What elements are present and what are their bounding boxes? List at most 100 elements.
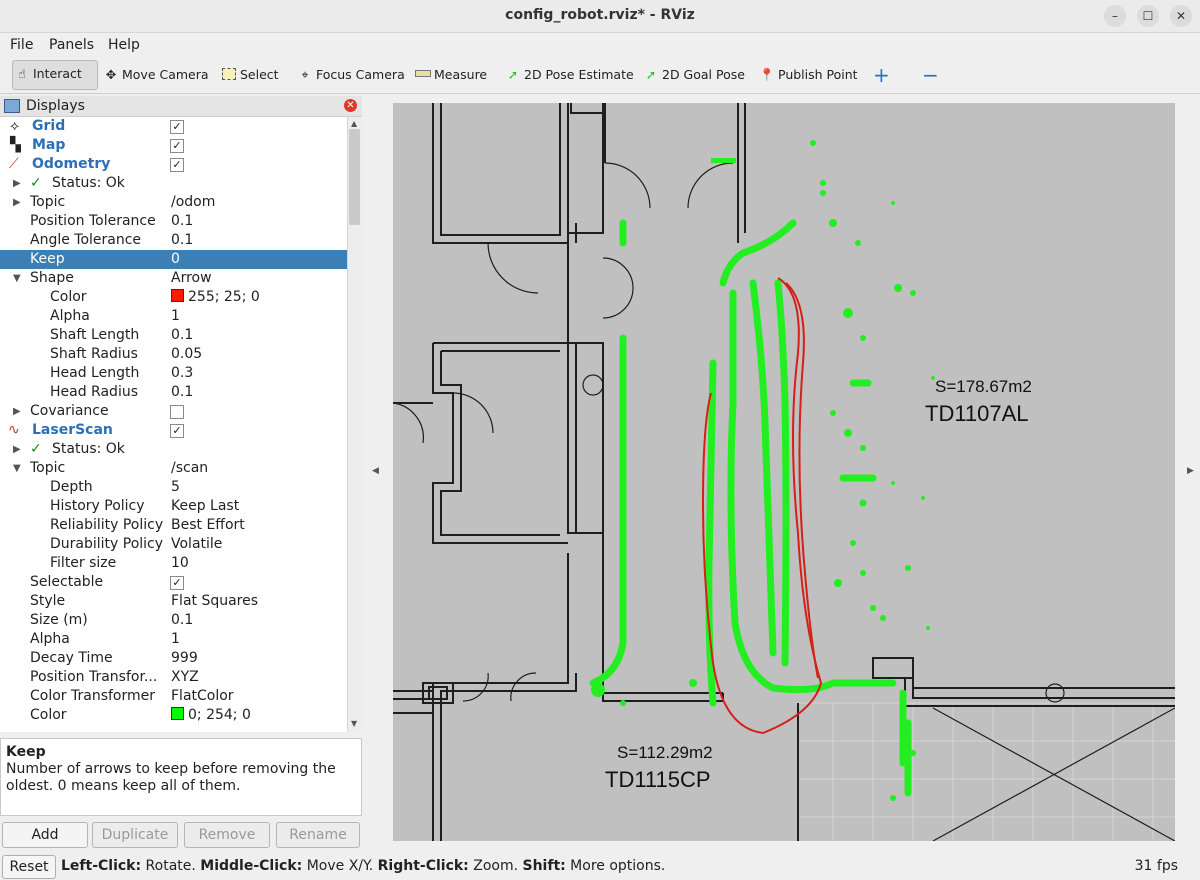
close-icon[interactable]: ✕: [1170, 5, 1192, 27]
add-button[interactable]: Add: [2, 822, 88, 848]
displays-scrollbar[interactable]: ▲ ▼: [347, 117, 362, 732]
check-icon: ✓: [30, 175, 42, 191]
collapse-right-icon[interactable]: ▶: [1187, 466, 1194, 476]
room1-name: TD1107AL: [925, 401, 1029, 426]
map-pin-icon: 📍: [759, 67, 775, 82]
map-render[interactable]: S=178.67m2 TD1107AL S=112.29m2 TD1115CP: [393, 103, 1175, 841]
add-tool-plus-icon[interactable]: +: [873, 62, 890, 88]
close-panel-icon[interactable]: ✕: [344, 99, 357, 112]
expand-icon[interactable]: ▶: [13, 440, 21, 459]
decay-time[interactable]: Decay Time 999: [0, 649, 347, 668]
laserscan-icon: ∿: [8, 422, 20, 438]
green-arrow-icon: ➚: [645, 67, 657, 82]
scrollbar-thumb[interactable]: [349, 129, 360, 225]
angle-tolerance[interactable]: Angle Tolerance 0.1: [0, 231, 347, 250]
render-viewport[interactable]: S=178.67m2 TD1107AL S=112.29m2 TD1115CP: [393, 103, 1175, 841]
laserscan-topic[interactable]: ▼ Topic /scan: [0, 459, 347, 478]
odometry-topic[interactable]: ▶ Topic /odom: [0, 193, 347, 212]
shape-alpha[interactable]: Alpha 1: [0, 307, 347, 326]
displays-panel-header: Displays ✕: [0, 96, 362, 117]
map-icon: ▚: [10, 137, 21, 153]
menu-panels[interactable]: Panels: [49, 37, 94, 53]
interact-tool[interactable]: ☝ Interact: [12, 60, 98, 90]
check-icon: ✓: [30, 441, 42, 457]
odometry-checkbox[interactable]: ✓: [170, 158, 184, 172]
selectable-property[interactable]: Selectable ✓: [0, 573, 347, 592]
menu-file[interactable]: File: [10, 37, 33, 53]
select-tool[interactable]: Select: [220, 62, 279, 88]
select-box-icon: [220, 62, 238, 88]
laser-color[interactable]: Color 0; 254; 0: [0, 706, 347, 725]
selectable-checkbox[interactable]: ✓: [170, 576, 184, 590]
remove-tool-minus-icon[interactable]: −: [922, 62, 939, 88]
position-tolerance[interactable]: Position Tolerance 0.1: [0, 212, 347, 231]
style-property[interactable]: Style Flat Squares: [0, 592, 347, 611]
head-radius[interactable]: Head Radius 0.1: [0, 383, 347, 402]
room2-name: TD1115CP: [605, 767, 711, 792]
toolbar: ☝ Interact ✥ Move Camera Select ⌖ Focus Cam…: [0, 57, 1200, 94]
display-map[interactable]: ▚ Map ✓: [0, 136, 347, 155]
color-swatch[interactable]: [171, 707, 184, 720]
green-arrow-icon: ➚: [507, 67, 519, 82]
expand-icon[interactable]: ▶: [13, 193, 21, 212]
display-grid[interactable]: ⟡ Grid ✓: [0, 117, 347, 136]
collapse-left-icon[interactable]: ◀: [372, 466, 379, 476]
scroll-up-icon[interactable]: ▲: [351, 119, 357, 128]
property-description: Keep Number of arrows to keep before rem…: [0, 738, 362, 816]
window-title: config_robot.rviz* - RViz: [505, 7, 695, 23]
head-length[interactable]: Head Length 0.3: [0, 364, 347, 383]
display-laserscan[interactable]: ∿ LaserScan ✓: [0, 421, 347, 440]
shaft-length[interactable]: Shaft Length 0.1: [0, 326, 347, 345]
move-camera-tool[interactable]: ✥ Move Camera: [102, 62, 209, 88]
map-checkbox[interactable]: ✓: [170, 139, 184, 153]
minimize-icon[interactable]: –: [1104, 5, 1126, 27]
pose-estimate-tool[interactable]: ➚ 2D Pose Estimate: [504, 62, 634, 88]
remove-button[interactable]: Remove: [184, 822, 270, 848]
measure-tool[interactable]: Measure: [414, 62, 487, 88]
duplicate-button[interactable]: Duplicate: [92, 822, 178, 848]
history-policy[interactable]: History Policy Keep Last: [0, 497, 347, 516]
hand-icon: ☝: [18, 66, 26, 81]
position-transformer[interactable]: Position Transfor... XYZ: [0, 668, 347, 687]
menu-help[interactable]: Help: [108, 37, 140, 53]
publish-point-tool[interactable]: 📍 Publish Point: [758, 62, 857, 88]
maximize-icon[interactable]: ☐: [1137, 5, 1159, 27]
description-title: Keep: [6, 744, 46, 760]
color-transformer[interactable]: Color Transformer FlatColor: [0, 687, 347, 706]
durability-policy[interactable]: Durability Policy Volatile: [0, 535, 347, 554]
shaft-radius[interactable]: Shaft Radius 0.05: [0, 345, 347, 364]
shape-property[interactable]: ▼ Shape Arrow: [0, 269, 347, 288]
focus-camera-tool[interactable]: ⌖ Focus Camera: [296, 62, 404, 88]
expand-icon[interactable]: ▶: [13, 402, 21, 421]
menu-bar: File Panels Help: [0, 33, 1200, 57]
fps-counter: 31 fps: [1134, 858, 1178, 874]
covariance-property[interactable]: ▶ Covariance: [0, 402, 347, 421]
scroll-down-icon[interactable]: ▼: [351, 719, 357, 728]
keep-property[interactable]: Keep 0: [0, 250, 347, 269]
grid-checkbox[interactable]: ✓: [170, 120, 184, 134]
odometry-status[interactable]: ▶ ✓ Status: Ok: [0, 174, 347, 193]
collapse-icon[interactable]: ▼: [13, 269, 21, 288]
filter-size[interactable]: Filter size 10: [0, 554, 347, 573]
collapse-icon[interactable]: ▼: [13, 459, 21, 478]
alpha-property[interactable]: Alpha 1: [0, 630, 347, 649]
title-bar: config_robot.rviz* - RViz – ☐ ✕: [0, 0, 1200, 33]
goal-pose-tool[interactable]: ➚ 2D Goal Pose: [642, 62, 745, 88]
color-swatch[interactable]: [171, 289, 184, 302]
expand-icon[interactable]: ▶: [13, 174, 21, 193]
move-icon: ✥: [105, 67, 117, 82]
rename-button[interactable]: Rename: [276, 822, 360, 848]
laserscan-status[interactable]: ▶ ✓ Status: Ok: [0, 440, 347, 459]
reset-button[interactable]: Reset: [2, 855, 56, 879]
depth-property[interactable]: Depth 5: [0, 478, 347, 497]
displays-tree: ⟡ Grid ✓ ▚ Map ✓ ⟋ Odometry ✓ ▶ ✓ Status…: [0, 117, 347, 732]
shape-color[interactable]: Color 255; 25; 0: [0, 288, 347, 307]
description-body: Number of arrows to keep before removing…: [6, 761, 336, 794]
size-property[interactable]: Size (m) 0.1: [0, 611, 347, 630]
crosshair-icon: ⌖: [301, 67, 309, 82]
covariance-checkbox[interactable]: [170, 405, 184, 419]
reliability-policy[interactable]: Reliability Policy Best Effort: [0, 516, 347, 535]
display-odometry[interactable]: ⟋ Odometry ✓: [0, 155, 347, 174]
laserscan-checkbox[interactable]: ✓: [170, 424, 184, 438]
room1-area: S=178.67m2: [935, 377, 1032, 396]
